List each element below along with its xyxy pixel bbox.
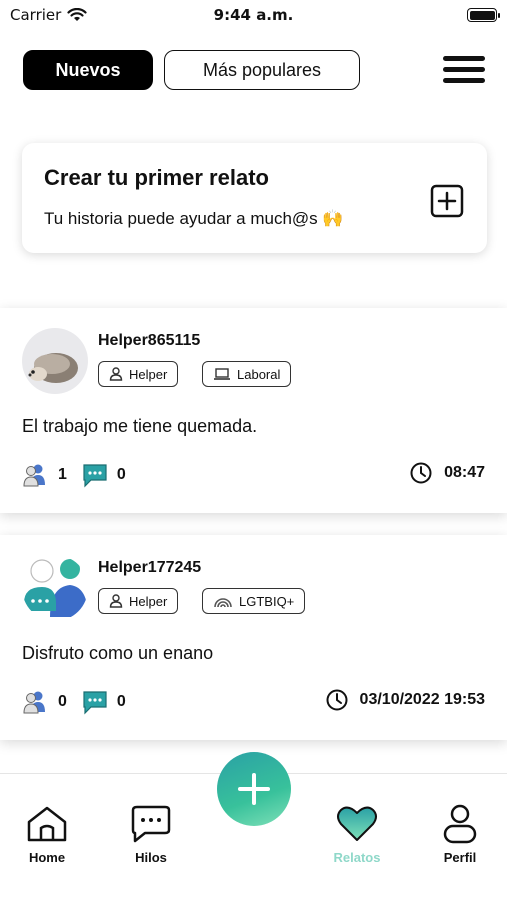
- tab-relatos[interactable]: Relatos: [312, 804, 402, 865]
- add-story-icon[interactable]: [430, 184, 464, 218]
- tab-relatos-label: Relatos: [333, 850, 381, 865]
- person-icon: [109, 367, 123, 381]
- person-icon: [109, 594, 123, 608]
- plus-icon: [238, 773, 270, 805]
- rainbow-icon: [214, 598, 232, 608]
- followers-icon: [23, 464, 45, 487]
- tab-home-label: Home: [28, 850, 66, 865]
- tab-perfil[interactable]: Perfil: [415, 804, 505, 865]
- create-story-card[interactable]: Crear tu primer relato Tu historia puede…: [22, 143, 487, 253]
- category-tag: Laboral: [202, 361, 292, 387]
- username[interactable]: Helper177245: [98, 559, 201, 577]
- role-tag: Helper: [98, 361, 179, 387]
- category-tag-label: LGTBIQ+: [239, 593, 295, 609]
- create-story-subtitle: Tu historia puede ayudar a much@s 🙌: [44, 209, 344, 228]
- avatar[interactable]: [22, 328, 88, 394]
- followers-count: 1: [58, 466, 67, 483]
- tab-perfil-label: Perfil: [443, 850, 477, 865]
- clock-icon: [410, 462, 432, 484]
- profile-icon: [443, 804, 477, 844]
- role-tag-label: Helper: [129, 593, 168, 609]
- heart-icon: [337, 806, 377, 841]
- status-bar: Carrier 9:44 a.m.: [0, 0, 507, 30]
- category-tag-label: Laboral: [237, 366, 281, 382]
- story-text: El trabajo me tiene quemada.: [22, 416, 258, 436]
- story-stats: 0 0: [22, 689, 126, 715]
- tab-nuevos[interactable]: Nuevos: [23, 50, 153, 90]
- story-stats: 1 0: [22, 462, 126, 488]
- followers-icon: [23, 691, 45, 714]
- role-tag: Helper: [98, 588, 179, 614]
- avatar[interactable]: [22, 555, 88, 621]
- chat-icon: [131, 805, 171, 843]
- story-timestamp: 08:47: [444, 464, 485, 481]
- comments-count: 0: [116, 693, 126, 710]
- battery-icon: [467, 8, 500, 22]
- laptop-icon: [214, 368, 230, 380]
- status-time: 9:44 a.m.: [213, 6, 294, 24]
- home-icon: [27, 806, 67, 842]
- comments-count: 0: [116, 466, 126, 483]
- story-time: 08:47: [410, 462, 485, 484]
- story-card[interactable]: Helper865115 Helper Laboral El trabajo m…: [0, 308, 507, 513]
- story-text: Disfruto como un enano: [22, 643, 214, 663]
- tab-hilos-label: Hilos: [135, 850, 167, 865]
- story-time: 03/10/2022 19:53: [326, 689, 485, 711]
- role-tag-label: Helper: [129, 366, 168, 382]
- tab-mas-populares[interactable]: Más populares: [164, 50, 360, 90]
- default-avatar-image: [22, 555, 88, 621]
- comments-icon[interactable]: [81, 689, 109, 715]
- hedgehog-avatar-image: [22, 328, 88, 394]
- clock-icon: [326, 689, 348, 711]
- create-story-title: Crear tu primer relato: [44, 165, 269, 190]
- story-timestamp: 03/10/2022 19:53: [359, 691, 485, 708]
- add-story-button[interactable]: [217, 752, 291, 826]
- comments-icon[interactable]: [81, 462, 109, 488]
- username[interactable]: Helper865115: [98, 332, 200, 350]
- category-tag: LGTBIQ+: [202, 588, 306, 614]
- followers-count: 0: [58, 693, 67, 710]
- tab-hilos[interactable]: Hilos: [106, 804, 196, 865]
- story-card[interactable]: Helper177245 Helper LGTBIQ+ Disfruto com…: [0, 535, 507, 740]
- tab-home[interactable]: Home: [2, 804, 92, 865]
- menu-icon[interactable]: [440, 53, 488, 87]
